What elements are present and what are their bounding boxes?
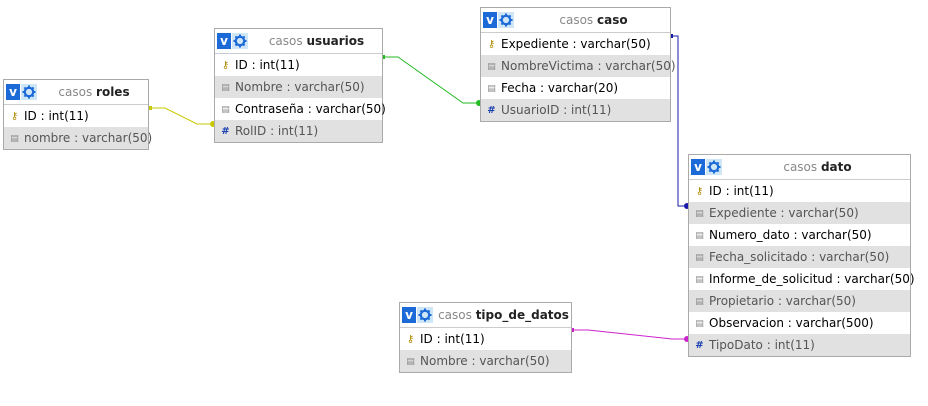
index-icon: # (221, 125, 230, 137)
column-label: Observacion : varchar(500) (709, 316, 874, 330)
column-label: Numero_dato : varchar(50) (709, 228, 872, 242)
column-label: ID : int(11) (420, 332, 485, 346)
primary-key-icon: ⚷ (10, 110, 19, 122)
gear-icon[interactable] (21, 84, 37, 100)
column-label: Nombre : varchar(50) (420, 354, 550, 368)
link-tipo-dato (571, 329, 688, 340)
table-header[interactable]: v casos roles (4, 80, 148, 105)
column-label: ID : int(11) (235, 58, 300, 72)
table-usuarios[interactable]: v casos usuarios ⚷ ID : int(11) ▤ Nombre : va… (214, 28, 386, 143)
column-label: nombre : varchar(50) (24, 131, 153, 145)
table-name: dato (820, 160, 852, 174)
table-name: roles (96, 85, 130, 99)
database-name: casos (559, 13, 594, 27)
primary-key-icon: ⚷ (406, 333, 415, 345)
table-row[interactable]: ▤ Contraseña : varchar(50) (215, 98, 386, 120)
table-row[interactable]: # UsuarioID : int(11) (481, 99, 670, 121)
column-icon: ▤ (695, 252, 704, 263)
gear-icon[interactable] (417, 307, 433, 323)
table-title: casos tipo_de_datos (436, 303, 571, 327)
table-row[interactable]: ▤ Fecha_solicitado : varchar(50) (689, 246, 910, 268)
table-row[interactable]: ⚷ ID : int(11) (215, 54, 382, 76)
view-toggle-button[interactable]: v (217, 33, 231, 49)
column-label: NombreVictima : varchar(50) (501, 59, 676, 73)
column-label: UsuarioID : int(11) (501, 103, 612, 117)
view-toggle-button[interactable]: v (483, 12, 497, 28)
table-header[interactable]: v casos usuarios (215, 29, 382, 54)
table-row[interactable]: ▤ Nombre : varchar(50) (400, 350, 571, 372)
index-icon: # (487, 104, 496, 116)
table-roles[interactable]: v casos roles ⚷ ID : int(11) ▤ nombre : varch… (3, 79, 152, 150)
table-title: casos usuarios (251, 29, 382, 53)
link-usuarios-caso (382, 56, 480, 104)
column-label: ID : int(11) (709, 184, 774, 198)
column-icon: ▤ (695, 274, 704, 285)
table-row[interactable]: ⚷ ID : int(11) (4, 105, 148, 127)
database-name: casos (438, 308, 472, 322)
table-row[interactable]: ▤ Numero_dato : varchar(50) (689, 224, 910, 246)
primary-key-icon: ⚷ (221, 59, 230, 71)
table-row[interactable]: # TipoDato : int(11) (689, 334, 910, 356)
table-name: caso (597, 13, 628, 27)
column-label: RolID : int(11) (235, 124, 319, 138)
table-name: usuarios (306, 34, 365, 48)
table-row[interactable]: ⚷ ID : int(11) (689, 180, 910, 202)
table-header[interactable]: v casos tipo_de_datos (400, 303, 571, 328)
table-row[interactable]: ⚷ ID : int(11) (400, 328, 571, 350)
column-icon: ▤ (487, 61, 496, 72)
table-caso[interactable]: v casos caso ⚷ Expediente : varchar(50) ▤ Nom… (480, 7, 676, 122)
table-row[interactable]: ▤ Expediente : varchar(50) (689, 202, 910, 224)
table-title: casos dato (725, 155, 910, 179)
column-label: Informe_de_solicitud : varchar(50) (709, 272, 915, 286)
primary-key-icon: ⚷ (487, 38, 496, 50)
link-roles-usuarios (149, 107, 214, 125)
index-icon: # (695, 339, 704, 351)
gear-icon[interactable] (232, 33, 248, 49)
column-label: Contraseña : varchar(50) (235, 102, 386, 116)
column-icon: ▤ (695, 208, 704, 219)
database-name: casos (783, 160, 818, 174)
table-row[interactable]: ▤ nombre : varchar(50) (4, 127, 152, 149)
table-title: casos roles (40, 80, 148, 104)
column-icon: ▤ (695, 296, 704, 307)
column-icon: ▤ (487, 83, 496, 94)
table-dato[interactable]: v casos dato ⚷ ID : int(11) ▤ Expediente : va… (688, 154, 915, 357)
column-label: TipoDato : int(11) (709, 338, 815, 352)
table-tipo-de-datos[interactable]: v casos tipo_de_datos ⚷ ID : int(11) ▤ Nombre… (399, 302, 572, 373)
column-label: Expediente : varchar(50) (709, 206, 859, 220)
column-label: Fecha : varchar(20) (501, 81, 619, 95)
column-label: Nombre : varchar(50) (235, 80, 365, 94)
column-label: ID : int(11) (24, 109, 89, 123)
column-label: Propietario : varchar(50) (709, 294, 856, 308)
primary-key-icon: ⚷ (695, 185, 704, 197)
gear-icon[interactable] (498, 12, 514, 28)
table-row[interactable]: ▤ NombreVictima : varchar(50) (481, 55, 676, 77)
table-row[interactable]: ⚷ Expediente : varchar(50) (481, 33, 670, 55)
table-row[interactable]: ▤ Propietario : varchar(50) (689, 290, 910, 312)
database-name: casos (268, 34, 303, 48)
column-icon: ▤ (695, 230, 704, 241)
column-icon: ▤ (221, 82, 230, 93)
table-row[interactable]: # RolID : int(11) (215, 120, 382, 142)
view-toggle-button[interactable]: v (402, 307, 416, 323)
table-row[interactable]: ▤ Observacion : varchar(500) (689, 312, 910, 334)
table-header[interactable]: v casos dato (689, 155, 910, 180)
column-icon: ▤ (10, 133, 19, 144)
table-name: tipo_de_datos (475, 308, 569, 322)
column-icon: ▤ (406, 356, 415, 367)
gear-icon[interactable] (706, 159, 722, 175)
table-row[interactable]: ▤ Informe_de_solicitud : varchar(50) (689, 268, 914, 290)
view-toggle-button[interactable]: v (691, 159, 705, 175)
database-name: casos (58, 85, 93, 99)
table-title: casos caso (517, 8, 670, 32)
column-icon: ▤ (221, 104, 230, 115)
table-header[interactable]: v casos caso (481, 8, 670, 33)
column-label: Fecha_solicitado : varchar(50) (709, 250, 890, 264)
column-icon: ▤ (695, 318, 704, 329)
view-toggle-button[interactable]: v (6, 84, 20, 100)
table-row[interactable]: ▤ Fecha : varchar(20) (481, 77, 670, 99)
column-label: Expediente : varchar(50) (501, 37, 651, 51)
table-row[interactable]: ▤ Nombre : varchar(50) (215, 76, 382, 98)
